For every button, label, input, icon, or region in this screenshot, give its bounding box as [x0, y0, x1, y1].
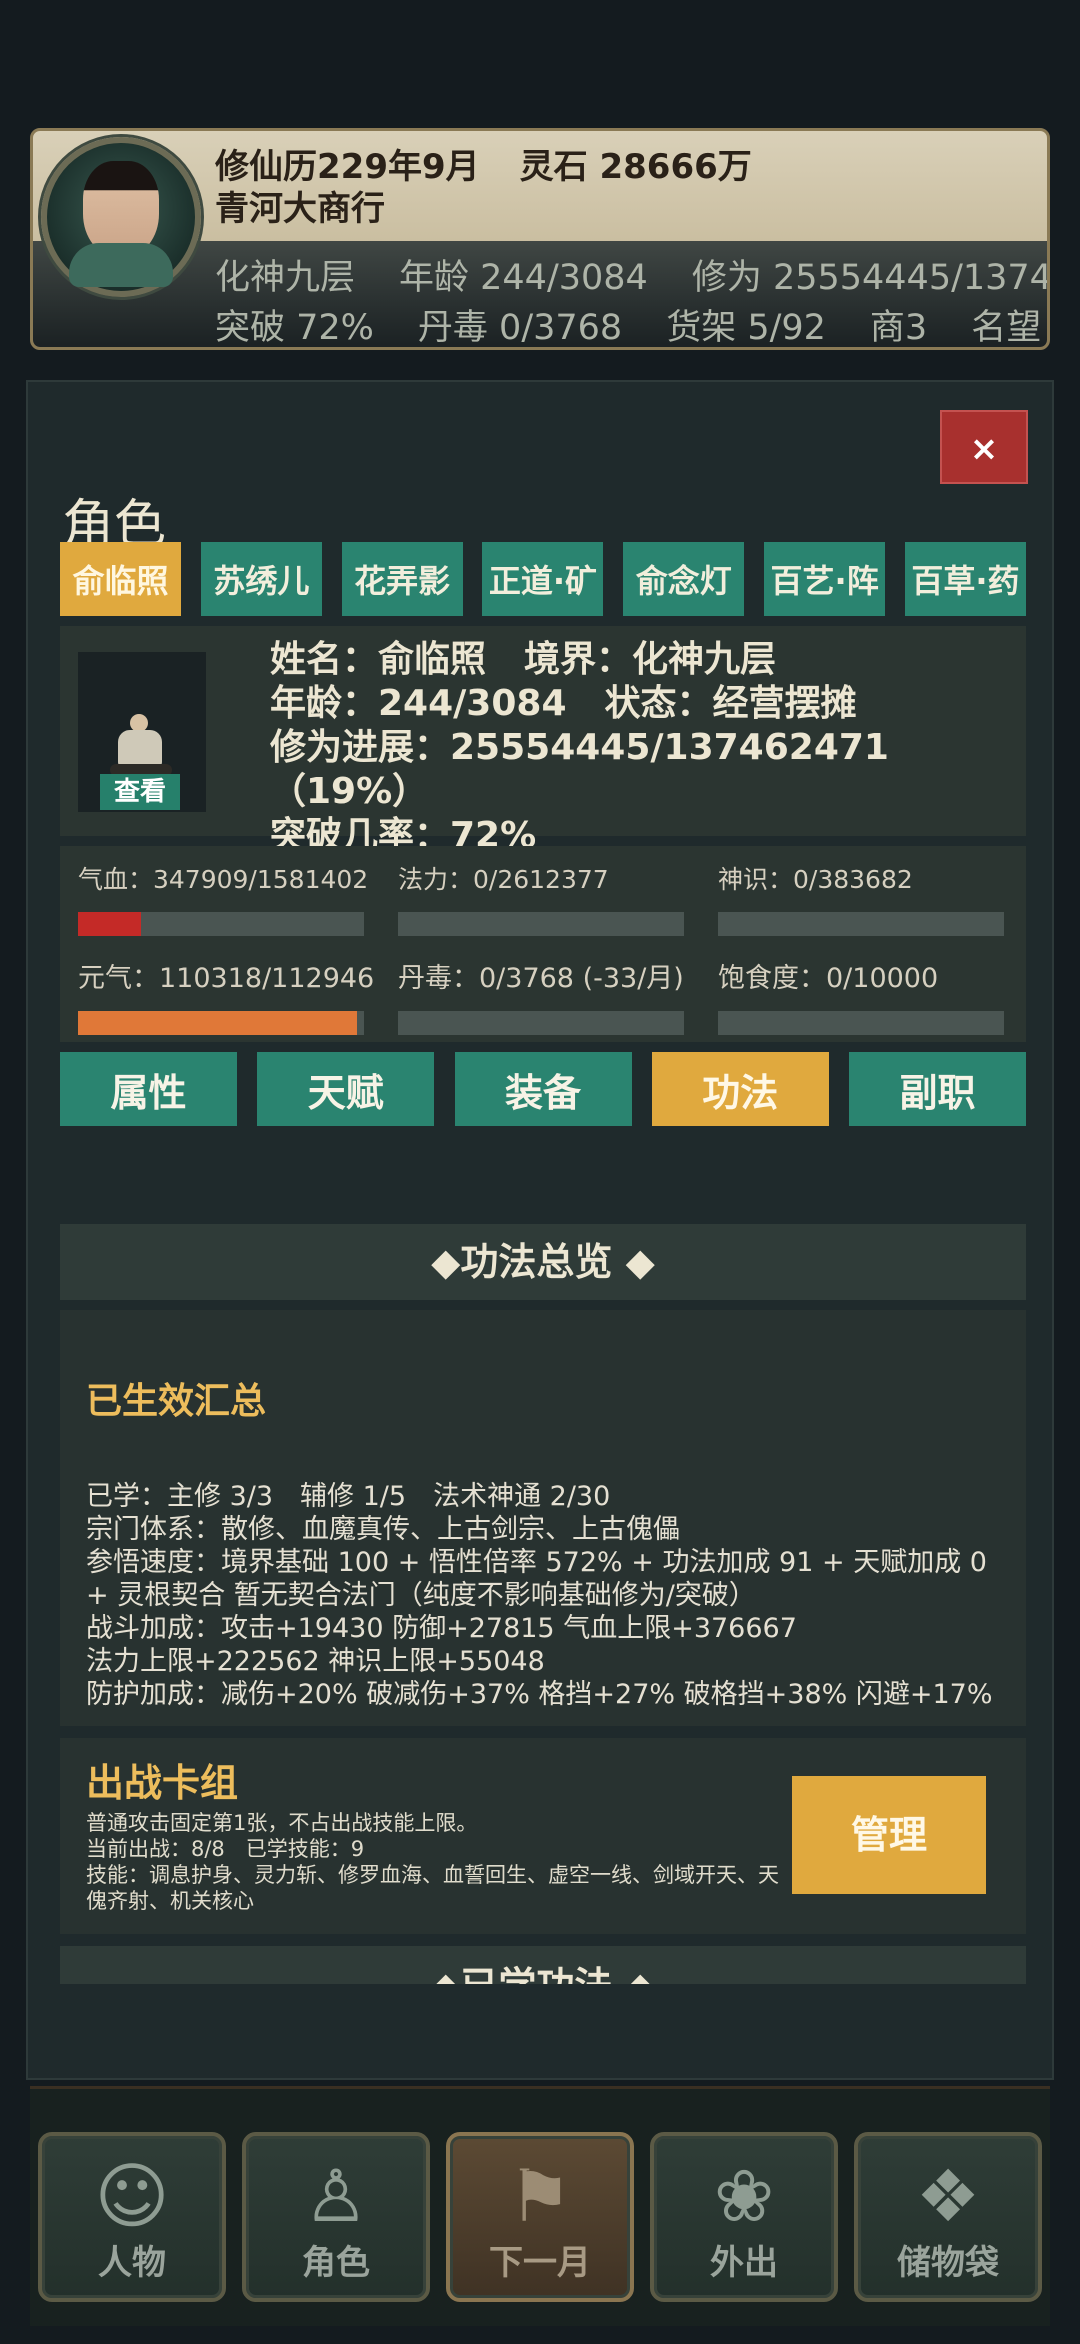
lotus-icon: ❀ [713, 2154, 775, 2238]
nav-label: 下一月 [489, 2243, 591, 2283]
stat-bar [78, 912, 364, 936]
character-tab[interactable]: 百艺·阵 [764, 542, 886, 616]
realm-stat: 化神九层 [215, 258, 356, 298]
summary-line: 已学：主修 3/3 辅修 1/5 法术神通 2/30 [86, 1481, 611, 1512]
nav-label: 角色 [302, 2243, 370, 2283]
shop-name: 青河大商行 [215, 189, 385, 229]
deck-line: 普通攻击固定第1张，不占出战技能上限。 [86, 1811, 478, 1835]
close-button[interactable]: × [940, 410, 1028, 484]
state-text: 状态：经营摆摊 [604, 683, 857, 724]
stats-panel: 气血：347909/1581402 法力：0/2612377 神识：0/383682… [60, 846, 1026, 1042]
stat-bar [718, 912, 1004, 936]
stat-label: 神识：0/383682 [718, 865, 913, 894]
nav-button[interactable]: ❖ 储物袋 [854, 2132, 1042, 2302]
pill-poison-stat: 丹毒 0/3768 [417, 308, 623, 348]
stat-bar [718, 1011, 1004, 1035]
detail-tabs: 属性 天赋 装备 功法 副职 [60, 1052, 1026, 1126]
character-tab[interactable]: 花弄影 [341, 542, 463, 616]
character-info-panel: 查看 姓名：俞临照 境界：化神九层 年龄：244/3084 状态：经营摆摊 修为进展… [60, 626, 1026, 856]
stat-label: 丹毒：0/3768 (-33/月) [398, 963, 684, 994]
nav-label: 储物袋 [897, 2243, 999, 2283]
detail-tab[interactable]: 装备 [454, 1052, 632, 1126]
info-line-2: 年龄：244/3084 状态：经营摆摊 [270, 682, 1026, 726]
summary-line: 参悟速度：境界基础 100 + 悟性倍率 572% + 功法加成 91 + 天赋… [86, 1547, 987, 1611]
reputation-stat: 名望 [971, 308, 1042, 348]
overview-heading: ◆功法总览 ◆ [60, 1224, 1026, 1300]
nav-label: 外出 [710, 2243, 778, 2283]
detail-tab[interactable]: 副职 [849, 1052, 1026, 1126]
spirit-stones-text: 灵石 28666万 [519, 147, 752, 187]
stat-bar-fill [78, 1011, 358, 1035]
stat-bar [398, 1011, 684, 1035]
effective-summary-panel: 已生效汇总 已学：主修 3/3 辅修 1/5 法术神通 2/30 宗门体系：散修… [60, 1310, 1026, 1726]
cultivation-stat: 修为 25554445/13746 [691, 258, 1050, 298]
summary-title: 已生效汇总 [86, 1381, 267, 1422]
stat-block: 丹毒：0/3768 (-33/月) [398, 956, 684, 1035]
stat-label: 气血：347909/1581402 [78, 865, 369, 894]
person-icon: ☺ [94, 2154, 170, 2238]
avatar-robe [69, 243, 173, 287]
character-tab[interactable]: 俞念灯 [623, 542, 745, 616]
stat-block: 气血：347909/1581402 [78, 860, 369, 936]
bag-icon: ❖ [915, 2154, 981, 2238]
stat-label: 饱食度：0/10000 [718, 963, 939, 994]
stat-bar [78, 1011, 364, 1035]
shelf-stat: 货架 5/92 [666, 308, 826, 348]
character-info-lines: 姓名：俞临照 境界：化神九层 年龄：244/3084 状态：经营摆摊 修为进展：25… [270, 638, 1026, 858]
learned-heading: ◆已学功法 ◆ [60, 1946, 1026, 1984]
deck-line: 当前出战：8/8 已学技能：9 [86, 1837, 365, 1861]
summary-line: 宗门体系：散修、血魔真传、上古剑宗、上古傀儡 [86, 1514, 680, 1545]
detail-tab[interactable]: 天赋 [257, 1052, 435, 1126]
deck-title: 出战卡组 [86, 1761, 239, 1805]
banner-stats-row-1: 化神九层 年龄 244/3084 修为 25554445/13746 [215, 249, 1050, 300]
nav-button[interactable]: ☺ 人物 [38, 2132, 226, 2302]
character-tab[interactable]: 俞临照 [60, 542, 181, 616]
realm-text: 境界：化神九层 [524, 639, 777, 680]
name-text: 姓名：俞临照 [270, 639, 487, 680]
player-avatar[interactable] [41, 137, 201, 297]
status-banner: 修仙历229年9月 灵石 28666万 青河大商行 化神九层 年龄 244/3084… [30, 128, 1050, 350]
deck-line: 技能：调息护身、灵力斩、修罗血海、血誓回生、虚空一线、剑域开天、天傀齐射、机关核… [86, 1863, 779, 1913]
summary-line: 防护加成：减伤+20% 破减伤+37% 格挡+27% 破格挡+38% 闪避+17… [86, 1679, 993, 1710]
stat-bar [398, 912, 684, 936]
stat-label: 元气：110318/112946 [78, 963, 375, 994]
stat-block: 饱食度：0/10000 [718, 956, 1004, 1035]
character-icon: ♙ [303, 2154, 369, 2238]
age-stat: 年龄 244/3084 [399, 258, 648, 298]
learned-heading-text: ◆已学功法 ◆ [60, 1948, 1026, 1984]
age-text: 年龄：244/3084 [270, 683, 567, 724]
deck-lines: 普通攻击固定第1张，不占出战技能上限。 当前出战：8/8 已学技能：9 技能：调… [86, 1810, 786, 1914]
nav-button[interactable]: ⚑ 下一月 [446, 2132, 634, 2302]
summary-lines: 已学：主修 3/3 辅修 1/5 法术神通 2/30 宗门体系：散修、血魔真传、… [86, 1480, 1016, 1711]
detail-tab[interactable]: 功法 [651, 1052, 829, 1126]
nav-label: 人物 [98, 2243, 166, 2283]
flag-icon: ⚑ [507, 2154, 573, 2238]
view-button[interactable]: 查看 [100, 774, 180, 810]
nav-button[interactable]: ❀ 外出 [650, 2132, 838, 2302]
figure-body [118, 730, 162, 768]
summary-line: 法力上限+222562 神识上限+55048 [86, 1646, 545, 1677]
stat-block: 元气：110318/112946 [78, 956, 375, 1035]
character-modal: × 角色 俞临照 苏绣儿 花弄影 正道·矿 俞念灯 百艺·阵 百草·药 查看 姓名：俞临照境… [26, 380, 1054, 2080]
info-line-1: 姓名：俞临照 境界：化神九层 [270, 638, 1026, 682]
character-portrait[interactable]: 查看 [78, 652, 206, 812]
summary-line: 战斗加成：攻击+19430 防御+27815 气血上限+376667 [86, 1613, 797, 1644]
stat-block: 神识：0/383682 [718, 860, 1004, 936]
character-tab[interactable]: 正道·矿 [482, 542, 604, 616]
banner-stats-row-2: 突破 72% 丹毒 0/3768 货架 5/92 商3 名望 [215, 299, 1042, 348]
stat-label: 法力：0/2612377 [398, 865, 609, 894]
character-tab[interactable]: 苏绣儿 [200, 542, 322, 616]
bottom-nav: ☺ 人物 ♙ 角色 ⚑ 下一月 ❀ 外出 ❖ 储物袋 [38, 2132, 1042, 2302]
character-tabs: 俞临照 苏绣儿 花弄影 正道·矿 俞念灯 百艺·阵 百草·药 [60, 542, 1026, 616]
breakthrough-stat: 突破 72% [215, 308, 374, 348]
manage-button[interactable]: 管理 [792, 1776, 986, 1894]
detail-tab[interactable]: 属性 [60, 1052, 237, 1126]
battle-deck-panel: 出战卡组 普通攻击固定第1张，不占出战技能上限。 当前出战：8/8 已学技能：9… [60, 1738, 1026, 1934]
character-tab[interactable]: 百草·药 [904, 542, 1026, 616]
nav-button[interactable]: ♙ 角色 [242, 2132, 430, 2302]
progress-text: 修为进展：25554445/137462471（19%） [270, 727, 889, 812]
stat-bar-fill [78, 912, 141, 936]
stat-block: 法力：0/2612377 [398, 860, 684, 936]
merchant-stat: 商3 [869, 308, 928, 348]
